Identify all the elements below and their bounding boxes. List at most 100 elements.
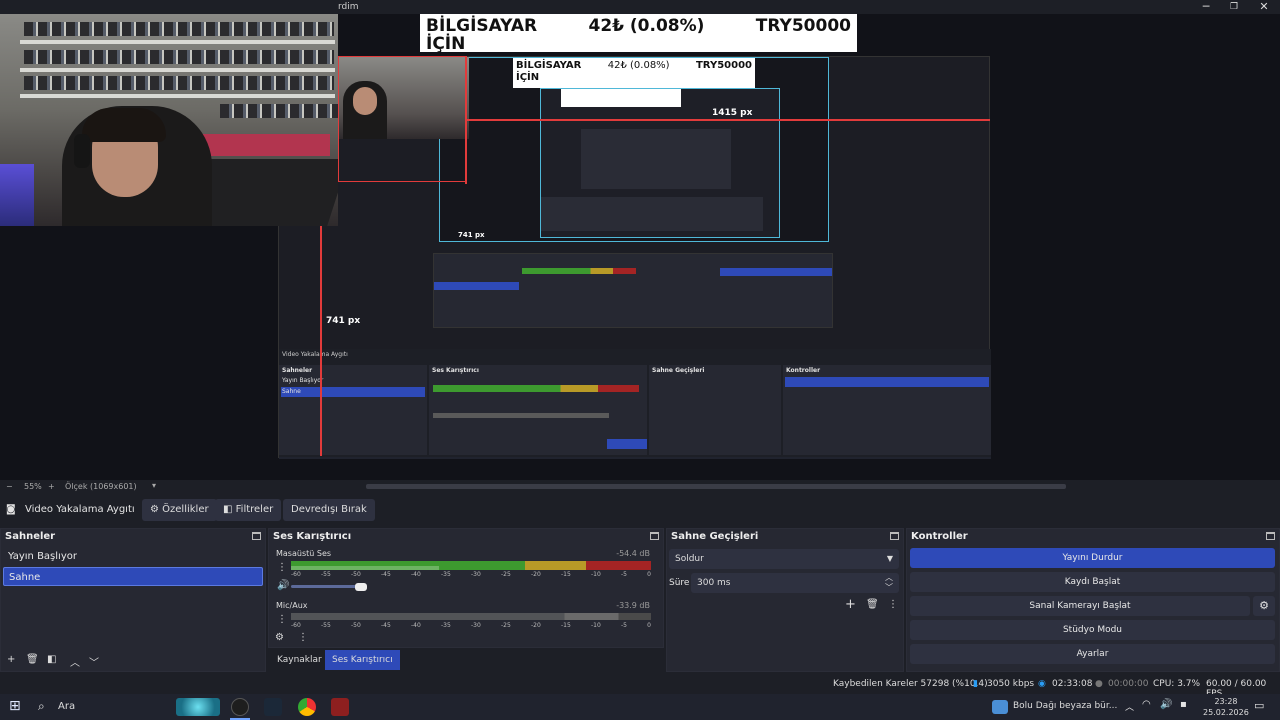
meter-tick-label: -60 <box>291 622 301 629</box>
news-widget[interactable]: Bolu Dağı beyaza bür... <box>1013 701 1117 711</box>
preview-scrollbar[interactable] <box>366 484 1066 489</box>
clock-time[interactable]: 23:28 <box>1209 697 1243 706</box>
title-bar: rdim ─ ❐ ✕ <box>0 0 1280 14</box>
nested-taskbar <box>279 457 991 459</box>
scale-dropdown-icon[interactable]: ▾ <box>152 481 156 490</box>
tab-audio-mixer[interactable]: Ses Karıştırıcı <box>325 650 400 670</box>
cpu-usage: CPU: 3.7% <box>1153 679 1201 689</box>
chrome-icon[interactable] <box>298 698 316 716</box>
preview-canvas[interactable]: BİLGİSAYAR 42₺ (0.08%) TRY50000 İÇİN Vid… <box>0 14 1280 480</box>
meter-ticks: -60 -55 -50 -45 -40 -35 -30 -25 -20 -15 -10 -5 0 <box>291 571 651 578</box>
meter-tick-label: -45 <box>381 622 391 629</box>
studio-mode-button[interactable]: Stüdyo Modu <box>910 620 1275 640</box>
settings-button[interactable]: Ayarlar <box>910 644 1275 664</box>
close-button[interactable]: ✕ <box>1250 0 1278 14</box>
undock-icon[interactable] <box>890 532 899 540</box>
transition-select[interactable]: Soldur ▼ <box>669 549 899 569</box>
tray-chevron-icon[interactable]: ︿ <box>1125 700 1134 713</box>
camera-icon: ◙ <box>6 504 16 515</box>
start-recording-button[interactable]: Kaydı Başlat <box>910 572 1275 592</box>
undock-icon[interactable] <box>650 532 659 540</box>
virtual-camera-settings-icon[interactable]: ⚙ <box>1253 596 1275 616</box>
meter-tick-label: -40 <box>411 622 421 629</box>
stop-stream-button[interactable]: Yayını Durdur <box>910 548 1275 568</box>
duration-input[interactable]: 300 ms ︿ ﹀ <box>691 573 899 593</box>
nested-preview: BİLGİSAYAR 42₺ (0.08%) TRY50000 İÇİN <box>439 57 829 242</box>
selection-box[interactable] <box>338 56 466 182</box>
undock-icon[interactable] <box>252 532 261 540</box>
zoom-out-button[interactable]: − <box>6 482 13 491</box>
tab-sources[interactable]: Kaynaklar <box>270 650 329 670</box>
filters-button[interactable]: ◧ Filtreler <box>215 499 282 521</box>
notification-icon[interactable]: ▭ <box>1254 699 1264 712</box>
nested-ui: Video Yakalama Aygıtı Sahneler Yayın Baş… <box>279 349 991 459</box>
meter-tick-label: 0 <box>647 622 651 629</box>
windows-start-icon[interactable]: ⊞ <box>9 698 21 714</box>
transition-menu-icon[interactable]: ⋮ <box>888 599 898 610</box>
trash-icon[interactable]: 🗑 <box>866 599 879 610</box>
clock-date[interactable]: 25.02.2026 <box>1203 708 1249 717</box>
search-highlight-icon[interactable] <box>176 698 220 716</box>
network-icon: ▮ <box>973 679 978 689</box>
obs-icon[interactable] <box>231 698 249 716</box>
spin-down-icon[interactable]: ﹀ <box>885 578 893 598</box>
nested-transitions-dock: Sahne Geçişleri <box>649 365 781 455</box>
advanced-audio-icon[interactable]: ⚙ <box>275 632 284 643</box>
volume-slider-knob[interactable] <box>355 583 367 591</box>
nested-change: 42₺ (0.08%) <box>607 60 670 71</box>
scenes-title: Sahneler <box>5 531 56 542</box>
nested-scenes-title: Sahneler <box>282 367 313 374</box>
taskbar-search[interactable]: Ara <box>58 701 75 712</box>
properties-button[interactable]: ⚙ Özellikler <box>142 499 217 521</box>
nested-mixer-tab <box>607 439 647 449</box>
nested-mixer-meter-2 <box>433 413 609 418</box>
nested-primary-button <box>720 268 832 276</box>
nested-scene-0: Yayın Başlıyor <box>282 377 324 384</box>
nested-source-label: Video Yakalama Aygıtı <box>282 351 348 358</box>
add-icon[interactable]: + <box>845 597 856 612</box>
meter-tick-label: -35 <box>441 571 451 578</box>
bitrate: 3050 kbps <box>987 679 1035 689</box>
mixer-menu-icon[interactable]: ⋮ <box>298 632 308 643</box>
add-icon[interactable]: + <box>7 654 15 665</box>
measure-vertical: 741 px <box>326 316 361 326</box>
nested-price-overlay: BİLGİSAYAR 42₺ (0.08%) TRY50000 İÇİN <box>513 58 755 88</box>
minimize-button[interactable]: ─ <box>1192 0 1220 14</box>
nested-preview-3 <box>581 129 731 189</box>
nested-product-line1: BİLGİSAYAR <box>516 60 582 71</box>
volume-slider-track[interactable] <box>291 585 363 588</box>
status-bar: Kaybedilen Kareler 57298 (%10.4) ▮ 3050 … <box>0 674 1280 699</box>
tray-icon[interactable]: ▪ <box>1180 699 1187 710</box>
transition-value: Soldur <box>675 554 704 564</box>
transitions-dock: Sahne Geçişleri Soldur ▼ Süre 300 ms ︿ ﹀… <box>666 528 904 672</box>
channel-menu-icon[interactable]: ⋮ <box>277 614 287 625</box>
filter-icon[interactable]: ◧ <box>47 654 56 665</box>
news-widget-icon[interactable] <box>992 700 1008 714</box>
chevron-down-icon[interactable]: ﹀ <box>89 654 99 669</box>
duration-value: 300 ms <box>697 578 731 588</box>
search-icon[interactable]: ⌕ <box>38 699 45 714</box>
speaker-icon[interactable]: 🔊 <box>277 580 289 591</box>
trash-icon[interactable]: 🗑 <box>26 654 39 665</box>
steam-icon[interactable] <box>264 698 282 716</box>
wifi-icon[interactable]: ◠ <box>1142 699 1151 710</box>
restore-button[interactable]: ❐ <box>1220 0 1248 14</box>
mixer-dock: Ses Karıştırıcı Masaüstü Ses -54.4 dB ⋮ … <box>268 528 664 648</box>
meter-tick-label: -5 <box>621 622 627 629</box>
volume-meter <box>291 561 651 570</box>
channel-menu-icon[interactable]: ⋮ <box>277 562 287 573</box>
dropdown-icon: ▼ <box>886 554 893 563</box>
undock-icon[interactable] <box>1266 532 1275 540</box>
nested-controls-title: Kontroller <box>786 367 821 374</box>
zoom-in-button[interactable]: + <box>48 482 55 491</box>
deactivate-button[interactable]: Devredışı Bırak <box>283 499 375 521</box>
start-virtual-camera-button[interactable]: Sanal Kamerayı Başlat <box>910 596 1250 616</box>
meter-tick-label: -50 <box>351 622 361 629</box>
speaker-icon[interactable]: 🔊 <box>1160 699 1172 710</box>
scene-item-yayin-basliyor[interactable]: Yayın Başlıyor <box>3 547 263 566</box>
channel-db: -54.4 dB <box>616 549 650 558</box>
scene-item-sahne[interactable]: Sahne <box>3 567 263 586</box>
nested-mixer-title: Ses Karıştırıcı <box>432 367 479 374</box>
app-icon[interactable] <box>331 698 349 716</box>
chevron-up-icon[interactable]: ︿ <box>70 654 80 669</box>
